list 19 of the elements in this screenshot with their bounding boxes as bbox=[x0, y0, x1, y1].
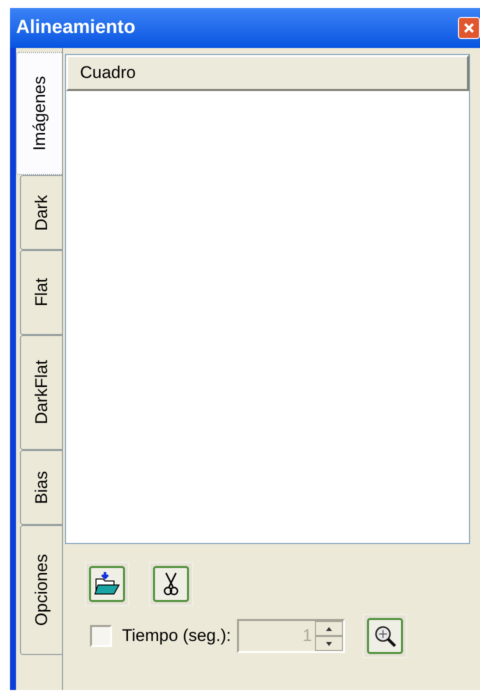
timer-label: Tiempo (seg.): bbox=[122, 625, 231, 648]
magnifier-icon bbox=[372, 624, 397, 648]
open-folder-button[interactable] bbox=[89, 566, 125, 602]
folder-arrow-icon bbox=[94, 571, 120, 597]
scissors-icon bbox=[162, 572, 180, 596]
down-arrow-icon bbox=[326, 642, 332, 646]
close-button[interactable] bbox=[458, 17, 480, 39]
side-tab[interactable]: Bias bbox=[20, 450, 62, 525]
window-title: Alineamiento bbox=[16, 16, 136, 40]
side-tab[interactable]: Opciones bbox=[20, 525, 62, 655]
side-tab[interactable]: DarkFlat bbox=[20, 335, 62, 450]
up-arrow-icon bbox=[326, 626, 332, 630]
side-tab[interactable]: Flat bbox=[20, 250, 62, 335]
zoom-button[interactable] bbox=[366, 618, 403, 654]
close-icon bbox=[463, 22, 475, 34]
cut-button[interactable] bbox=[153, 566, 189, 602]
column-header[interactable]: Cuadro bbox=[66, 55, 469, 91]
side-tab[interactable]: Imágenes bbox=[16, 52, 62, 175]
side-tab[interactable]: Dark bbox=[20, 175, 62, 250]
